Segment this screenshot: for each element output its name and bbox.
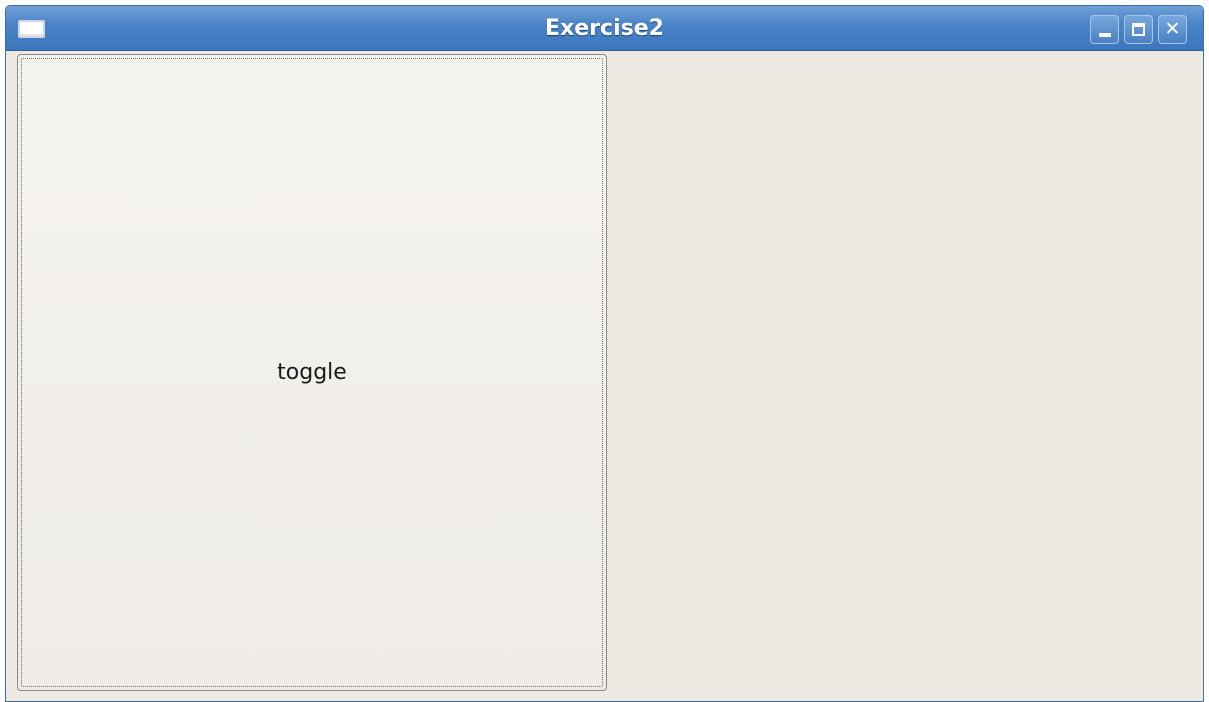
window-content: toggle <box>6 51 1203 701</box>
application-window: Exercise2 ✕ toggle <box>5 5 1204 702</box>
toggle-button-label: toggle <box>277 360 347 385</box>
close-button[interactable]: ✕ <box>1158 15 1187 44</box>
toggle-button[interactable]: toggle <box>17 54 607 691</box>
title-bar[interactable]: Exercise2 ✕ <box>6 6 1203 51</box>
maximize-icon <box>1132 23 1145 36</box>
close-icon: ✕ <box>1164 18 1181 40</box>
window-title: Exercise2 <box>545 16 664 41</box>
maximize-button[interactable] <box>1124 15 1153 44</box>
minimize-icon <box>1099 33 1111 37</box>
minimize-button[interactable] <box>1090 15 1119 44</box>
